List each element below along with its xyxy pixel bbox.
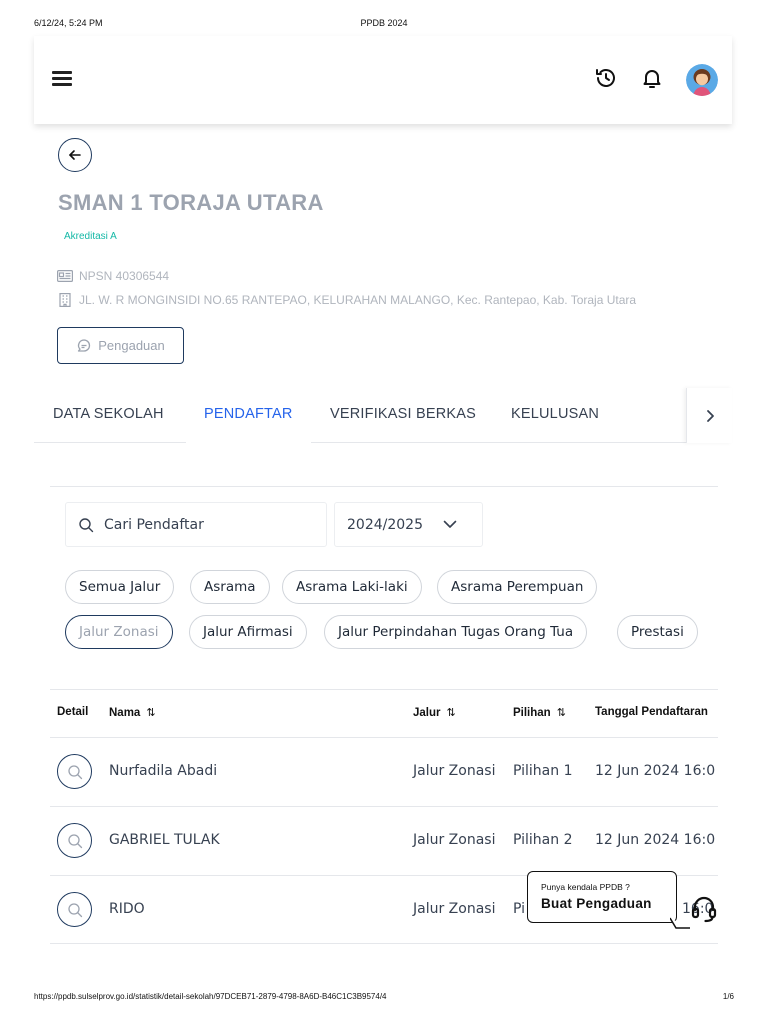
cell-nama: RIDO [109, 901, 145, 917]
tab-verifikasi-berkas[interactable]: VERIFIKASI BERKAS [330, 388, 476, 442]
column-header-detail: Detail [57, 706, 88, 718]
year-select[interactable]: 2024/2025 [334, 502, 483, 547]
sort-icon: ⇅ [556, 707, 566, 719]
chip-jalur-zonasi[interactable]: Jalur Zonasi [65, 615, 173, 649]
chip-jalur-afirmasi[interactable]: Jalur Afirmasi [189, 615, 307, 649]
active-tab-indicator [186, 441, 311, 443]
tab-bar: DATA SEKOLAH PENDAFTAR VERIFIKASI BERKAS… [34, 388, 732, 443]
cell-tanggal: 12 Jun 2024 16:0 [595, 832, 716, 848]
chevron-right-icon [706, 409, 714, 422]
row-detail-button[interactable] [57, 823, 92, 858]
column-header-pilihan-label: Pilihan [513, 707, 551, 719]
menu-icon[interactable] [50, 67, 74, 89]
npsn-text: NPSN 40306544 [79, 269, 170, 283]
section-divider [50, 486, 718, 487]
search-input[interactable] [104, 516, 304, 533]
tab-data-sekolah[interactable]: DATA SEKOLAH [53, 388, 164, 442]
chip-asrama-perempuan[interactable]: Asrama Perempuan [437, 570, 598, 604]
row-detail-button[interactable] [57, 754, 92, 789]
school-name: SMAN 1 TORAJA UTARA [58, 190, 324, 215]
search-icon [67, 764, 82, 779]
help-bubble-caption: Punya kendala PPDB ? [541, 882, 630, 892]
print-url: https://ppdb.sulselprov.go.id/statistik/… [34, 992, 387, 1001]
cell-nama: GABRIEL TULAK [109, 832, 220, 848]
column-header-nama-label: Nama [109, 707, 141, 719]
id-card-icon [57, 269, 73, 283]
arrow-left-icon [69, 150, 81, 160]
print-page-number: 1/6 [722, 992, 734, 1001]
cell-pilihan: Pilihan 1 [513, 763, 573, 779]
column-header-pilihan[interactable]: Pilihan ⇅ [513, 706, 566, 719]
search-icon [67, 833, 82, 848]
cell-pilihan: Pilihan 2 [513, 832, 573, 848]
chip-semua-jalur[interactable]: Semua Jalur [65, 570, 175, 604]
address-text: JL. W. R MONGINSIDI NO.65 RANTEPAO, KELU… [79, 293, 637, 307]
complaint-button[interactable]: Pengaduan [57, 327, 184, 364]
row-detail-button[interactable] [57, 892, 92, 927]
complaint-button-label: Pengaduan [98, 338, 165, 353]
chip-asrama[interactable]: Asrama [190, 570, 270, 604]
tab-kelulusan[interactable]: KELULUSAN [511, 388, 599, 442]
table-top-border [50, 689, 718, 690]
column-header-detail-label: Detail [57, 706, 89, 718]
avatar[interactable] [686, 64, 718, 96]
search-icon [79, 517, 94, 532]
cell-jalur: Jalur Zonasi [413, 901, 496, 917]
npsn-line: NPSN 40306544 [57, 269, 169, 283]
chevron-down-icon [443, 520, 457, 528]
chip-prestasi[interactable]: Prestasi [617, 615, 698, 649]
address-line: JL. W. R MONGINSIDI NO.65 RANTEPAO, KELU… [57, 293, 636, 307]
headset-icon[interactable] [690, 893, 718, 923]
search-icon [67, 902, 82, 917]
cell-jalur: Jalur Zonasi [413, 832, 496, 848]
print-title: PPDB 2024 [360, 18, 408, 28]
sort-icon: ⇅ [146, 707, 156, 719]
column-header-tanggal-label: Tanggal Pendaftaran [595, 706, 708, 718]
history-icon[interactable] [592, 64, 620, 92]
print-header: 6/12/24, 5:24 PM PPDB 2024 [34, 18, 734, 32]
cell-pilihan: Pi [513, 901, 526, 917]
chip-jalur-perpindahan[interactable]: Jalur Perpindahan Tugas Orang Tua [324, 615, 588, 649]
top-app-bar [34, 36, 732, 124]
cell-nama: Nurfadila Abadi [109, 763, 218, 779]
tab-scroll-next-button[interactable] [686, 388, 732, 443]
column-header-nama[interactable]: Nama ⇅ [109, 706, 156, 719]
chat-icon [78, 338, 91, 352]
sort-icon: ⇅ [446, 707, 456, 719]
accreditation-label: Akreditasi A [64, 231, 117, 242]
bell-icon[interactable] [638, 64, 666, 92]
print-footer: https://ppdb.sulselprov.go.id/statistik/… [34, 992, 734, 1006]
back-button[interactable] [58, 138, 92, 172]
table-row-border [50, 806, 718, 807]
table-header-border [50, 737, 718, 738]
cell-tanggal: 12 Jun 2024 16:0 [595, 763, 716, 779]
cell-jalur: Jalur Zonasi [413, 763, 496, 779]
building-icon [57, 293, 73, 307]
help-bubble[interactable]: Punya kendala PPDB ? Buat Pengaduan [527, 871, 690, 929]
search-box [65, 502, 327, 547]
column-header-jalur[interactable]: Jalur ⇅ [413, 706, 456, 719]
column-header-jalur-label: Jalur [413, 707, 441, 719]
year-select-value: 2024/2025 [347, 516, 423, 533]
column-header-tanggal[interactable]: Tanggal Pendaftaran [595, 706, 718, 718]
help-bubble-title: Buat Pengaduan [541, 896, 652, 911]
chip-asrama-laki-laki[interactable]: Asrama Laki-laki [282, 570, 422, 604]
tab-pendaftar[interactable]: PENDAFTAR [204, 388, 293, 442]
bubble-tail [670, 917, 690, 929]
table-row-border [50, 943, 718, 944]
